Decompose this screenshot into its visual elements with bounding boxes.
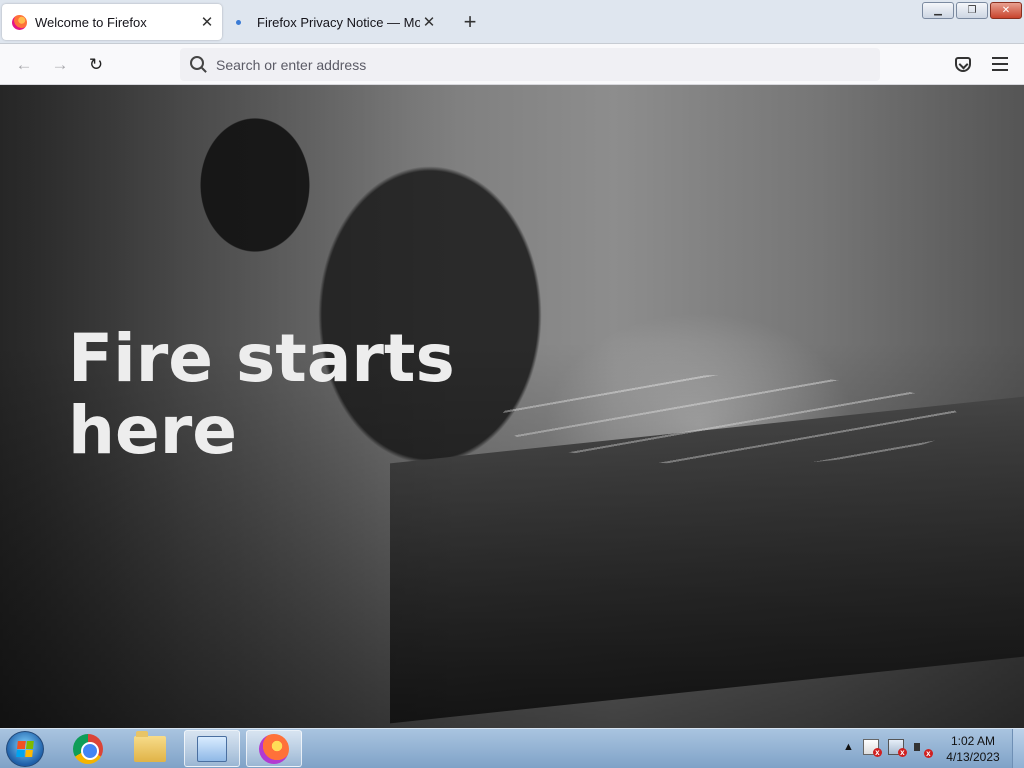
firefox-icon [259, 733, 289, 764]
tab-welcome-to-firefox[interactable]: Welcome to Firefox ✕ [2, 4, 222, 40]
hamburger-menu-icon[interactable] [992, 57, 1008, 71]
action-center-flag-icon[interactable]: x [862, 739, 882, 757]
taskbar-control-panel[interactable] [184, 730, 240, 767]
url-bar[interactable] [180, 48, 880, 81]
chrome-icon [73, 733, 103, 764]
window-controls: ▁ ❐ ✕ [922, 2, 1022, 19]
address-input[interactable] [216, 56, 816, 73]
close-tab-icon[interactable]: ✕ [198, 13, 216, 31]
minimize-button[interactable]: ▁ [922, 2, 954, 19]
network-icon[interactable]: x [887, 739, 907, 757]
taskbar-clock[interactable]: 1:02 AM 4/13/2023 [940, 733, 1006, 765]
search-icon [190, 56, 204, 70]
window-close-button[interactable]: ✕ [990, 2, 1022, 19]
tray-expand-icon[interactable]: ▲ [843, 741, 854, 753]
new-tab-button[interactable]: + [458, 9, 482, 34]
pocket-icon[interactable] [955, 57, 971, 72]
clock-date: 4/13/2023 [946, 750, 1000, 764]
close-tab-icon[interactable]: ✕ [420, 13, 438, 31]
tab-unread-dot-icon [236, 19, 241, 25]
start-button[interactable] [6, 731, 44, 767]
reload-button[interactable]: ↻ [84, 53, 108, 77]
system-tray: ▲ x x x [843, 739, 933, 758]
hero-headline: Fire starts here [68, 320, 455, 469]
show-desktop-button[interactable] [1012, 729, 1024, 768]
tab-privacy-notice[interactable]: Firefox Privacy Notice — Mozilla ✕ [226, 4, 444, 40]
taskbar-explorer[interactable] [122, 730, 178, 767]
tab-title: Firefox Privacy Notice — Mozilla [257, 14, 420, 30]
firefox-favicon-icon [12, 14, 27, 30]
folder-icon [134, 730, 166, 762]
taskbar-chrome[interactable] [60, 730, 116, 767]
welcome-page-hero: Fire starts here [0, 85, 1024, 728]
volume-muted-icon[interactable]: x [913, 739, 933, 758]
maximize-button[interactable]: ❐ [956, 2, 988, 19]
clock-time: 1:02 AM [950, 734, 996, 748]
taskbar-firefox[interactable] [246, 730, 302, 767]
mute-badge-icon: x [923, 749, 933, 758]
back-button[interactable]: ← [12, 53, 36, 77]
windows-taskbar: ▲ x x x 1:02 AM 4/13/2023 [0, 728, 1024, 768]
error-badge-icon: x [897, 748, 907, 757]
tab-strip: Welcome to Firefox ✕ Firefox Privacy Not… [0, 0, 1024, 44]
tab-title: Welcome to Firefox [35, 14, 147, 30]
error-badge-icon: x [872, 748, 882, 757]
navigation-toolbar: ← → ↻ [0, 44, 1024, 85]
windows-logo-icon [16, 741, 34, 757]
control-panel-icon [197, 735, 227, 762]
forward-button[interactable]: → [48, 53, 72, 77]
